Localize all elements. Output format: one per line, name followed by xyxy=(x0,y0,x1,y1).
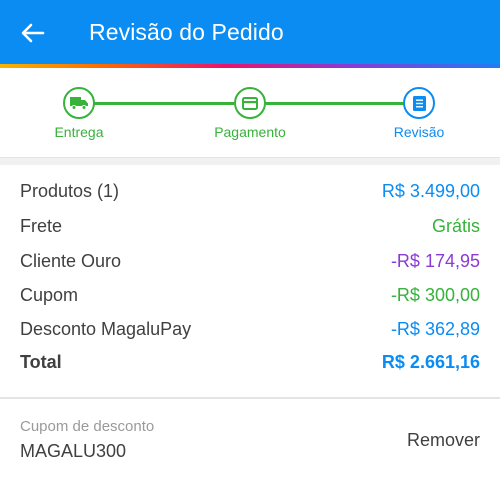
products-label: Produtos (1) xyxy=(20,181,120,201)
section-divider xyxy=(0,157,500,165)
magalupay-label: Desconto MagaluPay xyxy=(20,319,192,339)
truck-icon xyxy=(70,97,88,110)
list-icon xyxy=(412,95,426,111)
total-label: Total xyxy=(20,352,62,372)
step-label-pagamento: Pagamento xyxy=(214,124,286,140)
coupon-code: MAGALU300 xyxy=(20,441,127,461)
remove-coupon-button[interactable]: Remover xyxy=(407,430,480,451)
gold-client-value: -R$ 174,95 xyxy=(390,251,480,271)
summary-row-total: Total R$ 2.661,16 xyxy=(20,352,480,382)
summary-row-gold-client: Cliente Ouro -R$ 174,95 xyxy=(20,251,480,281)
coupon-value: -R$ 300,00 xyxy=(390,285,480,305)
step-entrega[interactable] xyxy=(63,87,95,119)
products-value: R$ 3.499,00 xyxy=(381,181,480,201)
gold-client-label: Cliente Ouro xyxy=(20,251,122,271)
summary-row-products: Produtos (1) R$ 3.499,00 xyxy=(20,181,480,211)
summary-row-shipping: Frete Grátis xyxy=(20,216,480,246)
step-revisao[interactable] xyxy=(403,87,435,119)
coupon-label: Cupom xyxy=(20,285,79,305)
credit-card-icon xyxy=(242,96,258,110)
total-value: R$ 2.661,16 xyxy=(381,352,480,372)
summary-row-coupon: Cupom -R$ 300,00 xyxy=(20,285,480,315)
step-pagamento[interactable] xyxy=(234,87,266,119)
stepper-connector xyxy=(94,102,234,105)
step-label-entrega: Entrega xyxy=(54,124,104,140)
shipping-value: Grátis xyxy=(431,216,480,236)
stepper-connector xyxy=(266,102,404,105)
app-bar: Revisão do Pedido xyxy=(0,0,500,64)
page-title: Revisão do Pedido xyxy=(89,19,284,45)
arrow-left-icon[interactable] xyxy=(18,18,48,48)
summary-row-magalupay: Desconto MagaluPay -R$ 362,89 xyxy=(20,319,480,349)
magalupay-value: -R$ 362,89 xyxy=(390,319,480,339)
coupon-caption: Cupom de desconto xyxy=(20,418,155,435)
section-divider xyxy=(0,397,500,399)
shipping-label: Frete xyxy=(20,216,63,236)
step-label-revisao: Revisão xyxy=(393,124,445,140)
